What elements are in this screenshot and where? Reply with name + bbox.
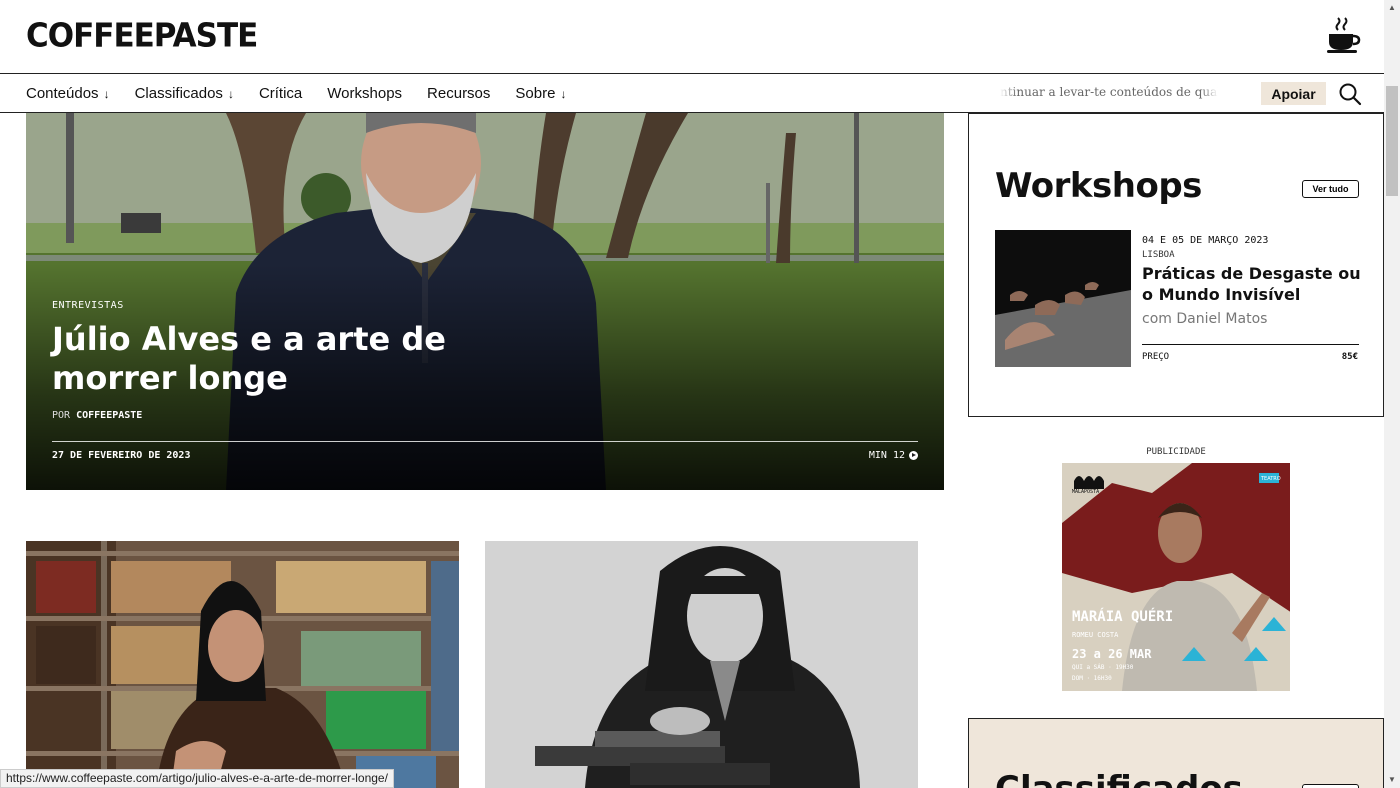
- nav-label: Conteúdos: [26, 85, 99, 102]
- workshop-price-label: PREÇO: [1142, 352, 1170, 362]
- hero-divider: [52, 441, 918, 442]
- advertising-label: PUBLICIDADE: [1146, 447, 1206, 457]
- article-card-2[interactable]: [485, 541, 918, 788]
- ad-badge: TEATRO: [1260, 476, 1281, 482]
- hero-overlay: [26, 113, 944, 490]
- workshop-instructor: com Daniel Matos: [1142, 311, 1268, 327]
- scrollbar-thumb[interactable]: [1386, 86, 1398, 196]
- card-2-image: [485, 541, 918, 788]
- arrow-down-icon: ↓: [227, 86, 234, 101]
- see-all-workshops-button[interactable]: Ver tudo: [1302, 180, 1359, 198]
- hero-read-time: MIN 12: [869, 450, 918, 461]
- ad-times-weekday: QUI a SÁB · 19H30: [1072, 664, 1134, 671]
- workshop-date: 04 E 05 DE MARÇO 2023: [1142, 235, 1269, 246]
- hero-title[interactable]: Júlio Alves e a arte de morrer longe: [52, 320, 472, 398]
- see-all-classificados-button[interactable]: [1302, 784, 1359, 788]
- ad-image: MALAPOSTA TEATRO MARÁIA QUÉRI ROMEU COST…: [1062, 463, 1290, 691]
- workshop-title[interactable]: Práticas de Desgaste ou o Mundo Invisíve…: [1142, 263, 1362, 305]
- workshop-price: 85€: [1341, 352, 1358, 362]
- main-nav: Conteúdos ↓ Classificados ↓ Crítica Worksh…: [0, 74, 1384, 113]
- hero-byline: POR COFFEEPASTE: [52, 410, 142, 421]
- ad-brand: MALAPOSTA: [1072, 489, 1099, 495]
- browser-status-url: https://www.coffeepaste.com/artigo/julio…: [0, 769, 394, 788]
- search-icon[interactable]: [1338, 82, 1362, 106]
- nav-label: Sobre: [515, 85, 556, 102]
- ad-dates: 23 a 26 MAR: [1072, 647, 1152, 661]
- card-1-image: [26, 541, 459, 788]
- classificados-widget: Classificados: [968, 718, 1384, 788]
- site-logo[interactable]: COFFEEPASTE: [26, 17, 258, 55]
- site-header: COFFEEPASTE: [0, 0, 1384, 74]
- nav-item-workshops[interactable]: Workshops: [327, 85, 402, 102]
- workshop-thumbnail[interactable]: [995, 230, 1131, 367]
- workshops-widget: Workshops Ver tudo 04 E 05 DE MARÇO 2023…: [968, 113, 1384, 417]
- workshop-location: LISBOA: [1142, 250, 1175, 260]
- nav-label: Classificados: [134, 85, 223, 102]
- hero-author[interactable]: COFFEEPASTE: [76, 410, 142, 421]
- page-scrollbar[interactable]: ▲ ▼: [1384, 0, 1400, 788]
- arrow-down-icon: ↓: [103, 86, 110, 101]
- advertisement-banner[interactable]: MALAPOSTA TEATRO MARÁIA QUÉRI ROMEU COST…: [1062, 463, 1290, 691]
- hero-category[interactable]: ENTREVISTAS: [52, 300, 124, 311]
- article-card-1[interactable]: [26, 541, 459, 788]
- nav-item-classificados[interactable]: Classificados ↓: [135, 85, 234, 102]
- ad-times-sunday: DOM · 16H30: [1072, 675, 1112, 682]
- hero-date: 27 DE FEVEREIRO DE 2023: [52, 450, 191, 461]
- nav-item-recursos[interactable]: Recursos: [427, 85, 490, 102]
- support-button[interactable]: Apoiar: [1261, 82, 1326, 105]
- classificados-heading[interactable]: Classificados: [995, 769, 1243, 788]
- hero-article[interactable]: ENTREVISTAS Júlio Alves e a arte de morr…: [26, 113, 944, 490]
- scroll-up-icon[interactable]: ▲: [1388, 3, 1396, 12]
- read-time-text: MIN 12: [868, 450, 905, 461]
- nav-item-critica[interactable]: Crítica: [259, 85, 302, 102]
- nav-label: Workshops: [327, 85, 403, 102]
- coffee-cup-icon[interactable]: [1326, 16, 1362, 54]
- nav-item-sobre[interactable]: Sobre ↓: [515, 85, 566, 102]
- byline-prefix: POR: [52, 410, 71, 421]
- scroll-down-icon[interactable]: ▼: [1388, 775, 1396, 784]
- workshop-divider: [1142, 344, 1359, 345]
- workshops-heading[interactable]: Workshops: [995, 166, 1202, 206]
- workshop-image: [995, 230, 1131, 367]
- nav-item-conteudos[interactable]: Conteúdos ↓: [26, 85, 110, 102]
- arrow-down-icon: ↓: [560, 86, 567, 101]
- ad-author: ROMEU COSTA: [1072, 631, 1119, 639]
- ad-title: MARÁIA QUÉRI: [1072, 608, 1173, 625]
- play-icon: [909, 451, 918, 460]
- nav-label: Crítica: [258, 85, 303, 102]
- nav-label: Recursos: [427, 85, 491, 102]
- support-ticker: ntinuar a levar-te conteúdos de qualidad…: [1000, 85, 1218, 99]
